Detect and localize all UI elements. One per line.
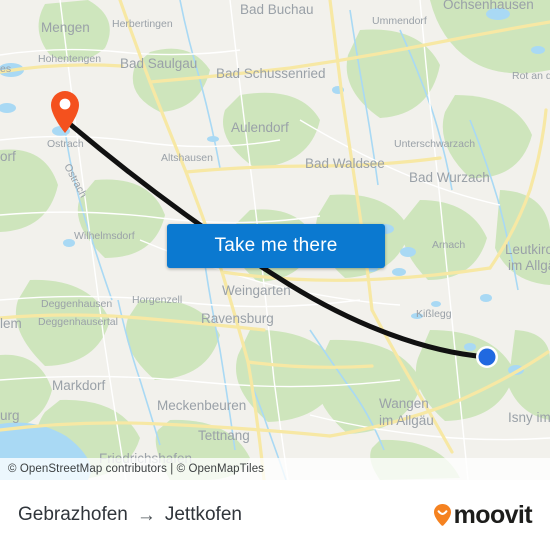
map-label: Bad Schussenried (216, 66, 326, 81)
arrow-right-icon: → (136, 504, 156, 526)
destination-marker[interactable] (476, 346, 498, 368)
map-label: Rot an der (512, 70, 550, 82)
map-label: Deggenhausen (41, 298, 112, 310)
map-label: Isny im (508, 410, 550, 425)
map-label: Meckenbeuren (157, 398, 246, 413)
map-label: Kißlegg (416, 308, 452, 320)
moovit-pin-icon (433, 504, 451, 526)
map-label: im Allgäu (508, 258, 550, 273)
moovit-logo[interactable]: moovit (432, 500, 533, 529)
moovit-wordmark: moovit (453, 500, 533, 529)
map-label: Weingarten (222, 283, 291, 298)
map-label: Tettnang (198, 428, 250, 443)
map-label: Hohentengen (38, 53, 101, 65)
map-label: Bad Waldsee (305, 156, 385, 171)
map-label: Arnach (432, 239, 465, 251)
route-summary: Gebrazhofen → Jettkofen (18, 504, 242, 526)
map-label: lem (0, 316, 22, 331)
origin-name: Gebrazhofen (18, 504, 128, 525)
attribution-text[interactable]: © OpenStreetMap contributors | © OpenMap… (0, 463, 264, 475)
map-label: Ummendorf (372, 15, 427, 27)
map-label: Ravensburg (201, 311, 274, 326)
map-attribution: © OpenStreetMap contributors | © OpenMap… (0, 458, 550, 480)
map-label: Herbertingen (112, 18, 173, 30)
map-label: Unterschwarzach (394, 138, 475, 150)
map-label: Bad Saulgau (120, 56, 197, 71)
moovit-route-card: Mengen Herbertingen Bad Buchau Ummendorf Och… (0, 0, 550, 550)
map-label: Wilhelmsdorf (74, 230, 135, 242)
map-label: Altshausen (161, 152, 213, 164)
map-label: es (0, 63, 11, 75)
map-label: Horgenzell (132, 294, 182, 306)
map-label: Wangen (379, 396, 429, 411)
map-label: im Allgäu (379, 413, 434, 428)
map-label: Aulendorf (231, 120, 289, 135)
take-me-there-button[interactable]: Take me there (167, 224, 385, 268)
map-label: Markdorf (52, 378, 106, 393)
map-label: Bad Buchau (240, 2, 314, 17)
map-label: urg (0, 408, 20, 423)
map-label: Ochsenhausen (443, 0, 534, 12)
map-label: Bad Wurzach (409, 170, 490, 185)
map-label: orf (0, 149, 16, 164)
take-me-there-label: Take me there (214, 235, 338, 256)
map-label: Deggenhausertal (38, 316, 118, 328)
destination-name: Jettkofen (164, 504, 242, 525)
map-label: Mengen (41, 20, 90, 35)
footer-bar: Gebrazhofen → Jettkofen moovit (0, 480, 550, 550)
map-label: Ostrach (47, 138, 84, 150)
map-label: Leutkirch (505, 242, 550, 257)
